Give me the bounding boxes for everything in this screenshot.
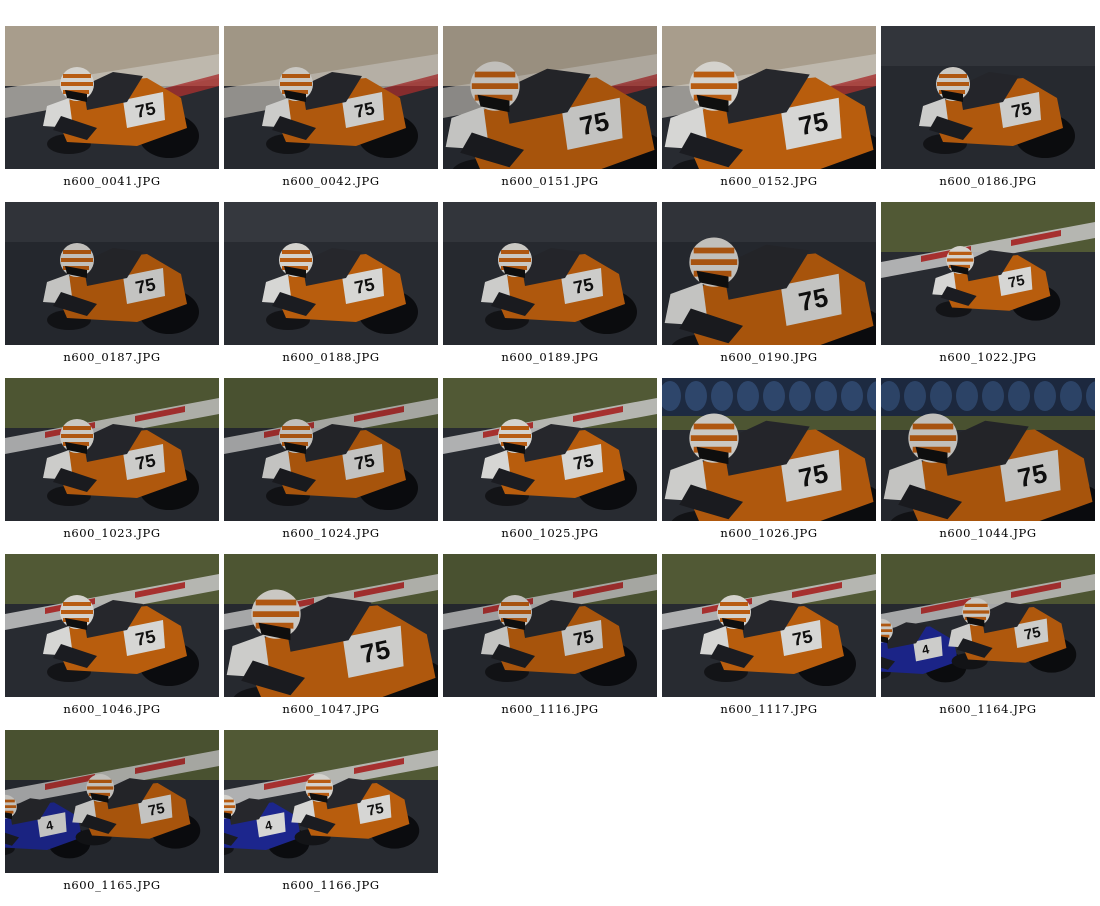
thumbnail-caption: n600_0042.JPG: [282, 174, 380, 188]
thumbnail-caption: n600_1117.JPG: [720, 702, 818, 716]
motorcycle-photo: 75: [881, 378, 1095, 521]
motorcycle-photo: 75: [443, 26, 657, 169]
thumbnail-cell-n600_0188[interactable]: 75 n600_0188.JPG: [224, 202, 438, 378]
motorcycle-photo: 75: [662, 378, 876, 521]
motorcycle-photo: 75: [5, 202, 219, 345]
motorcycle-photo: 75: [881, 26, 1095, 169]
thumbnail-image[interactable]: 75: [5, 26, 219, 169]
thumbnail-cell-n600_0187[interactable]: 75 n600_0187.JPG: [5, 202, 219, 378]
thumbnail-caption: n600_1024.JPG: [282, 526, 380, 540]
thumbnail-cell-n600_1046[interactable]: 75 n600_1046.JPG: [5, 554, 219, 730]
thumbnail-caption: n600_1026.JPG: [720, 526, 818, 540]
thumbnail-caption: n600_1044.JPG: [939, 526, 1037, 540]
thumbnail-image[interactable]: 75: [224, 554, 438, 697]
motorcycle-photo: 75: [224, 26, 438, 169]
thumbnail-cell-n600_1024[interactable]: 75 n600_1024.JPG: [224, 378, 438, 554]
thumbnail-caption: n600_0189.JPG: [501, 350, 599, 364]
thumbnail-caption: n600_1047.JPG: [282, 702, 380, 716]
thumbnail-image[interactable]: 75: [443, 378, 657, 521]
thumbnail-caption: n600_1116.JPG: [501, 702, 599, 716]
thumbnail-cell-n600_0152[interactable]: 75 n600_0152.JPG: [662, 26, 876, 202]
motorcycle-photo: 75: [881, 202, 1095, 345]
thumbnail-cell-n600_0041[interactable]: 75 n600_0041.JPG: [5, 26, 219, 202]
thumbnail-cell-n600_0190[interactable]: 75 n600_0190.JPG: [662, 202, 876, 378]
thumbnail-caption: n600_1025.JPG: [501, 526, 599, 540]
thumbnail-image[interactable]: 75: [662, 554, 876, 697]
thumbnail-image[interactable]: 75: [224, 378, 438, 521]
motorcycle-photo: 75: [443, 378, 657, 521]
thumbnail-image[interactable]: 75: [224, 26, 438, 169]
thumbnail-cell-n600_1023[interactable]: 75 n600_1023.JPG: [5, 378, 219, 554]
thumbnail-image[interactable]: 75: [5, 202, 219, 345]
thumbnail-cell-n600_1165[interactable]: 4 75 n600_1165.JPG: [5, 730, 219, 906]
thumbnail-image[interactable]: 75: [662, 26, 876, 169]
thumbnail-cell-n600_1047[interactable]: 75 n600_1047.JPG: [224, 554, 438, 730]
thumbnail-image[interactable]: 75: [881, 378, 1095, 521]
motorcycle-photo: 4 75: [224, 730, 438, 873]
thumbnail-cell-n600_1022[interactable]: 75 n600_1022.JPG: [881, 202, 1095, 378]
thumbnail-caption: n600_0190.JPG: [720, 350, 818, 364]
thumbnail-cell-n600_0189[interactable]: 75 n600_0189.JPG: [443, 202, 657, 378]
thumbnail-caption: n600_1164.JPG: [939, 702, 1037, 716]
thumbnail-image[interactable]: 75: [224, 202, 438, 345]
thumbnail-image[interactable]: 75: [662, 378, 876, 521]
motorcycle-photo: 75: [224, 554, 438, 697]
motorcycle-photo: 75: [5, 554, 219, 697]
motorcycle-photo: 75: [224, 202, 438, 345]
thumbnail-cell-n600_1116[interactable]: 75 n600_1116.JPG: [443, 554, 657, 730]
thumbnail-cell-n600_1117[interactable]: 75 n600_1117.JPG: [662, 554, 876, 730]
thumbnail-image[interactable]: 75: [5, 378, 219, 521]
thumbnail-caption: n600_1022.JPG: [939, 350, 1037, 364]
thumbnail-image[interactable]: 75: [662, 202, 876, 345]
thumbnail-caption: n600_0151.JPG: [501, 174, 599, 188]
motorcycle-photo: 75: [5, 26, 219, 169]
thumbnail-cell-n600_0151[interactable]: 75 n600_0151.JPG: [443, 26, 657, 202]
thumbnail-cell-n600_0186[interactable]: 75 n600_0186.JPG: [881, 26, 1095, 202]
thumbnail-image[interactable]: 75: [443, 26, 657, 169]
thumbnail-caption: n600_0186.JPG: [939, 174, 1037, 188]
thumbnail-caption: n600_1046.JPG: [63, 702, 161, 716]
thumbnail-cell-n600_1166[interactable]: 4 75 n600_1166.JPG: [224, 730, 438, 906]
thumbnail-image[interactable]: 75: [443, 202, 657, 345]
thumbnail-caption: n600_0187.JPG: [63, 350, 161, 364]
thumbnail-caption: n600_1023.JPG: [63, 526, 161, 540]
motorcycle-photo: 75: [662, 202, 876, 345]
thumbnail-image[interactable]: 4 75: [224, 730, 438, 873]
motorcycle-photo: 4 75: [881, 554, 1095, 697]
thumbnail-caption: n600_1165.JPG: [63, 878, 161, 892]
thumbnail-image[interactable]: 75: [881, 26, 1095, 169]
thumbnail-image[interactable]: 75: [443, 554, 657, 697]
motorcycle-photo: 75: [5, 378, 219, 521]
thumbnail-grid: 75 n600_0041.JPG 75 n600_0042.JPG 75 n60…: [5, 26, 1097, 906]
thumbnail-image[interactable]: 75: [5, 554, 219, 697]
motorcycle-photo: 75: [662, 554, 876, 697]
motorcycle-photo: 4 75: [5, 730, 219, 873]
thumbnail-cell-n600_1044[interactable]: 75 n600_1044.JPG: [881, 378, 1095, 554]
thumbnail-caption: n600_0041.JPG: [63, 174, 161, 188]
motorcycle-photo: 75: [443, 554, 657, 697]
motorcycle-photo: 75: [662, 26, 876, 169]
thumbnail-cell-n600_1025[interactable]: 75 n600_1025.JPG: [443, 378, 657, 554]
thumbnail-cell-n600_1026[interactable]: 75 n600_1026.JPG: [662, 378, 876, 554]
thumbnail-caption: n600_0152.JPG: [720, 174, 818, 188]
motorcycle-photo: 75: [443, 202, 657, 345]
thumbnail-caption: n600_0188.JPG: [282, 350, 380, 364]
thumbnail-caption: n600_1166.JPG: [282, 878, 380, 892]
thumbnail-image[interactable]: 4 75: [881, 554, 1095, 697]
thumbnail-image[interactable]: 75: [881, 202, 1095, 345]
thumbnail-cell-n600_1164[interactable]: 4 75 n600_1164.JPG: [881, 554, 1095, 730]
thumbnail-image[interactable]: 4 75: [5, 730, 219, 873]
thumbnail-cell-n600_0042[interactable]: 75 n600_0042.JPG: [224, 26, 438, 202]
motorcycle-photo: 75: [224, 378, 438, 521]
